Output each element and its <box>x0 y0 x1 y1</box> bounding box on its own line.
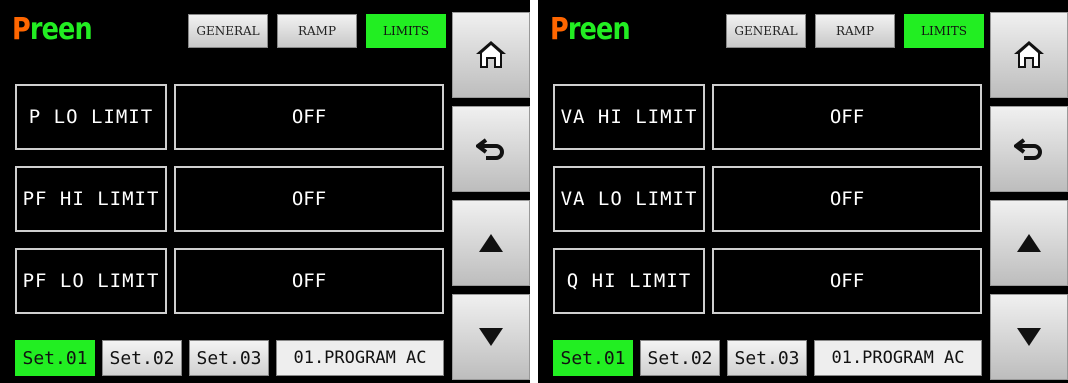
limit-value-field[interactable]: OFF <box>174 84 444 150</box>
limit-value-field[interactable]: OFF <box>712 84 982 150</box>
tab-limits[interactable]: LIMITS <box>366 14 446 48</box>
limits-screen-1: Preen GENERAL RAMP LIMITS P LO LIMIT OFF… <box>0 0 530 383</box>
tab-ramp[interactable]: RAMP <box>815 14 895 48</box>
back-button[interactable] <box>990 106 1068 192</box>
scroll-up-button[interactable] <box>452 200 530 286</box>
limits-screen-2: Preen GENERAL RAMP LIMITS VA HI LIMIT OF… <box>538 0 1068 383</box>
back-button[interactable] <box>452 106 530 192</box>
limit-label: VA HI LIMIT <box>553 84 705 150</box>
scroll-down-button[interactable] <box>452 294 530 380</box>
up-arrow-icon <box>478 232 504 254</box>
back-arrow-icon <box>476 136 506 162</box>
home-button[interactable] <box>990 12 1068 98</box>
brand-logo: Preen <box>550 12 631 47</box>
scroll-up-button[interactable] <box>990 200 1068 286</box>
limit-value-field[interactable]: OFF <box>712 248 982 314</box>
limit-value-field[interactable]: OFF <box>174 248 444 314</box>
up-arrow-icon <box>1016 232 1042 254</box>
limit-label: Q HI LIMIT <box>553 248 705 314</box>
set-01-button[interactable]: Set.01 <box>553 340 633 376</box>
back-arrow-icon <box>1014 136 1044 162</box>
home-icon <box>474 38 508 72</box>
limit-value-field[interactable]: OFF <box>174 166 444 232</box>
program-name-display[interactable]: 01.PROGRAM AC <box>276 340 444 376</box>
limit-value-field[interactable]: OFF <box>712 166 982 232</box>
down-arrow-icon <box>478 326 504 348</box>
set-03-button[interactable]: Set.03 <box>727 340 807 376</box>
brand-logo: Preen <box>12 12 93 47</box>
home-icon <box>1012 38 1046 72</box>
set-03-button[interactable]: Set.03 <box>189 340 269 376</box>
set-02-button[interactable]: Set.02 <box>102 340 182 376</box>
limit-label: PF LO LIMIT <box>15 248 167 314</box>
limit-label: VA LO LIMIT <box>553 166 705 232</box>
scroll-down-button[interactable] <box>990 294 1068 380</box>
set-02-button[interactable]: Set.02 <box>640 340 720 376</box>
program-name-display[interactable]: 01.PROGRAM AC <box>814 340 982 376</box>
limit-label: PF HI LIMIT <box>15 166 167 232</box>
home-button[interactable] <box>452 12 530 98</box>
limit-label: P LO LIMIT <box>15 84 167 150</box>
set-01-button[interactable]: Set.01 <box>15 340 95 376</box>
tab-ramp[interactable]: RAMP <box>277 14 357 48</box>
tab-limits[interactable]: LIMITS <box>904 14 984 48</box>
down-arrow-icon <box>1016 326 1042 348</box>
tab-general[interactable]: GENERAL <box>726 14 806 48</box>
tab-general[interactable]: GENERAL <box>188 14 268 48</box>
